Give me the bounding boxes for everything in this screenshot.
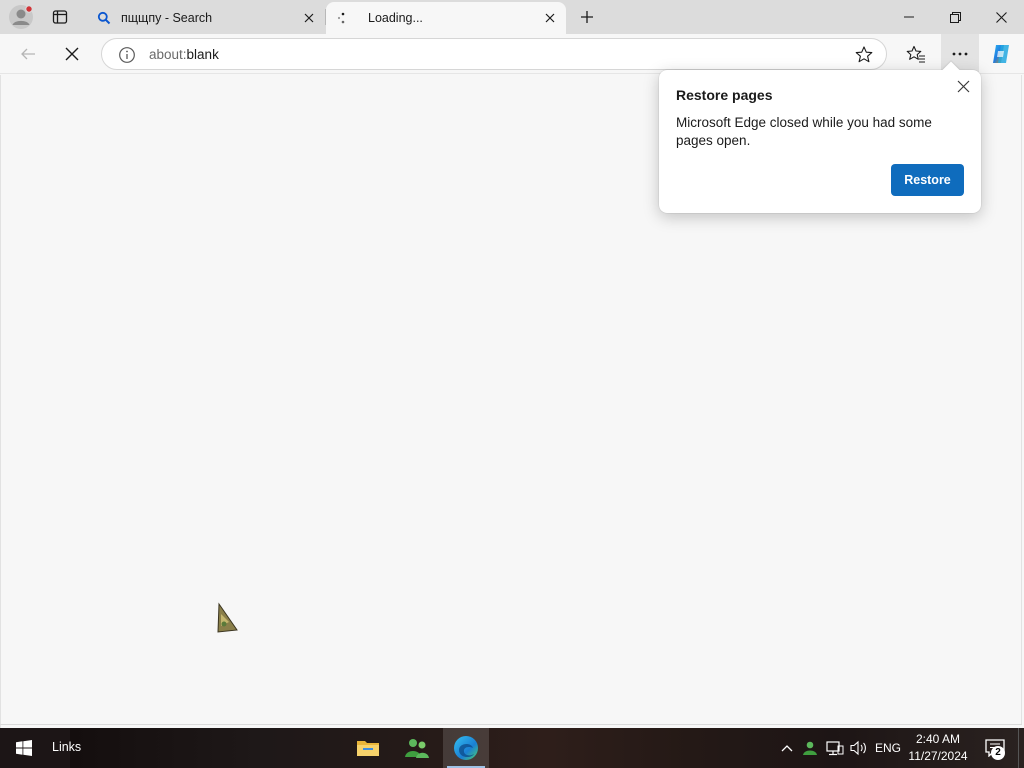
input-language-indicator[interactable]: ENG: [872, 728, 904, 768]
taskbar-edge[interactable]: [443, 728, 489, 768]
restore-pages-popup: Restore pages Microsoft Edge closed whil…: [659, 61, 981, 213]
new-tab-button[interactable]: [572, 3, 602, 31]
show-hidden-icons-button[interactable]: [776, 728, 798, 768]
restore-window-button[interactable]: [932, 0, 978, 34]
page-bottom-border: [0, 724, 1022, 725]
profile-button[interactable]: [4, 2, 38, 32]
url-scheme: about:: [149, 47, 187, 62]
copilot-button[interactable]: [984, 38, 1018, 70]
taskbar: Links ENG 2:40 AM 11/27/2024 2: [0, 728, 1024, 768]
stop-loading-button[interactable]: [55, 38, 89, 70]
tray-people[interactable]: [800, 728, 822, 768]
mouse-cursor-icon: [217, 602, 238, 633]
plus-icon: [581, 11, 593, 23]
speaker-icon: [850, 740, 866, 756]
copilot-icon: [993, 45, 1009, 63]
favorites-button[interactable]: [899, 38, 933, 70]
tab-strip: пщщпу - Search Loading...: [0, 0, 1024, 34]
clock-date: 11/27/2024: [908, 749, 968, 763]
favorites-icon: [906, 45, 925, 63]
url-path: blank: [186, 47, 219, 62]
loading-spinner-icon: [337, 12, 345, 24]
page-left-border: [0, 75, 1, 728]
chevron-up-icon: [781, 745, 793, 752]
start-button[interactable]: [0, 728, 48, 768]
tab-loading[interactable]: Loading...: [326, 2, 566, 34]
tab-actions-button[interactable]: [43, 2, 77, 32]
popup-title: Restore pages: [676, 87, 773, 103]
windows-logo-icon: [16, 740, 32, 756]
restore-button[interactable]: Restore: [891, 164, 964, 196]
page-right-border: [1021, 75, 1022, 725]
profile-avatar-icon: [9, 5, 33, 29]
more-icon: [952, 52, 968, 56]
people-icon: [803, 741, 817, 755]
minimize-button[interactable]: [886, 0, 932, 34]
taskbar-file-explorer[interactable]: [345, 728, 391, 768]
info-icon[interactable]: [118, 46, 136, 64]
close-icon: [957, 80, 969, 92]
navigation-toolbar: about:blank: [0, 34, 1024, 74]
close-icon: [995, 11, 1007, 23]
close-icon: [304, 13, 314, 23]
close-icon: [65, 47, 79, 61]
arrow-left-icon: [21, 48, 35, 60]
show-desktop-button[interactable]: [1018, 728, 1024, 768]
minimize-icon: [904, 16, 914, 18]
tab-title: Loading...: [368, 11, 423, 25]
close-tab-button[interactable]: [542, 10, 558, 26]
popup-close-button[interactable]: [954, 77, 972, 95]
people-icon: [405, 739, 429, 758]
clock-time: 2:40 AM: [915, 732, 961, 746]
back-button[interactable]: [11, 38, 45, 70]
network-button[interactable]: [824, 728, 846, 768]
search-icon: [97, 11, 111, 25]
star-icon[interactable]: [854, 45, 874, 65]
notification-count-badge: 2: [991, 746, 1005, 760]
close-window-button[interactable]: [978, 0, 1024, 34]
tab-search[interactable]: пщщпу - Search: [87, 2, 325, 34]
taskbar-clock[interactable]: 2:40 AM 11/27/2024: [906, 731, 970, 765]
tab-title: пщщпу - Search: [121, 11, 213, 25]
vertical-tabs-icon: [52, 10, 68, 24]
network-icon: [826, 741, 844, 756]
url-text[interactable]: about:blank: [149, 47, 219, 62]
close-tab-button[interactable]: [301, 10, 317, 26]
taskbar-people[interactable]: [394, 728, 440, 768]
links-toolbar-label[interactable]: Links: [52, 740, 81, 754]
restore-window-icon: [949, 11, 961, 23]
folder-icon: [357, 741, 379, 756]
edge-browser-icon: [454, 736, 478, 760]
close-icon: [545, 13, 555, 23]
address-bar[interactable]: about:blank: [101, 38, 887, 70]
volume-button[interactable]: [848, 728, 870, 768]
popup-message: Microsoft Edge closed while you had some…: [676, 115, 932, 148]
